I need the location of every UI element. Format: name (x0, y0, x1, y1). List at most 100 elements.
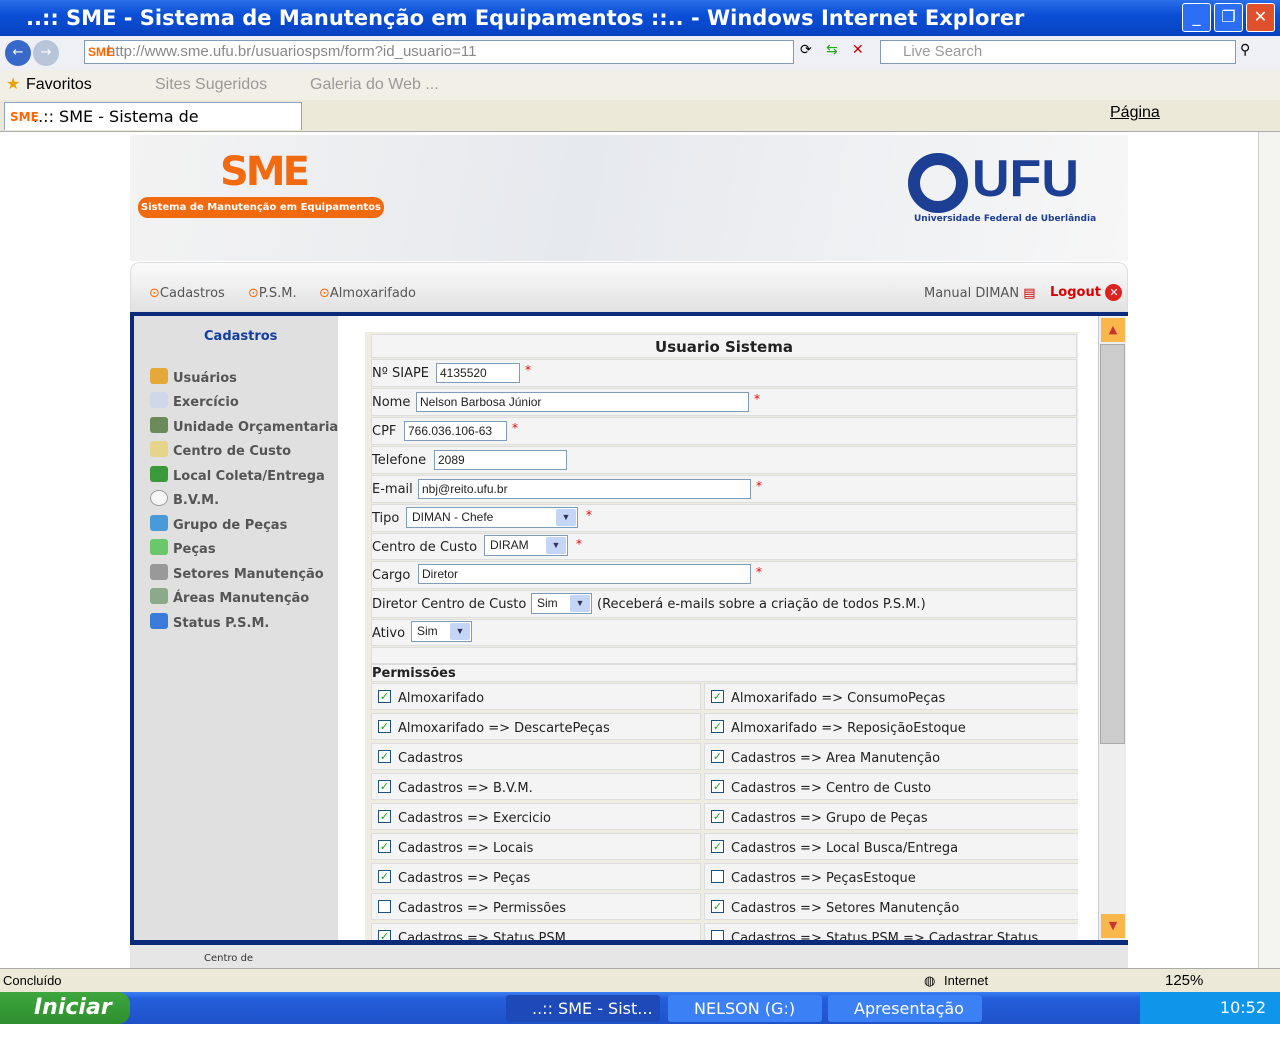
sidebar-item-usuarios[interactable]: Usuários (150, 368, 237, 386)
status-text: Concluído (3, 973, 62, 988)
permission-checkbox[interactable]: ✓ (711, 690, 724, 703)
sme-favicon-icon: SME (88, 45, 115, 59)
maximize-button[interactable]: ❐ (1214, 3, 1243, 32)
chevron-down-icon: ▼ (556, 509, 576, 526)
parts-icon (150, 539, 168, 555)
address-input[interactable]: SME http://www.sme.ufu.br/usuariospsm/for… (84, 40, 794, 64)
permission-checkbox[interactable]: ✓ (711, 780, 724, 793)
cpf-input[interactable]: 766.036.106-63 (404, 421, 507, 441)
favorites-button[interactable]: Favoritos (26, 70, 92, 100)
permission-checkbox[interactable]: ✓ (378, 720, 391, 733)
logout-button[interactable]: Logout ✕ (1050, 284, 1123, 301)
nome-row: Nome Nelson Barbosa Júnior * (371, 388, 1077, 416)
sidebar-item-pecas[interactable]: Peças (150, 539, 216, 557)
calendar-icon (150, 392, 168, 408)
permission-checkbox[interactable]: ✓ (711, 810, 724, 823)
permission-checkbox[interactable] (711, 870, 724, 883)
sidebar-item-status[interactable]: Status P.S.M. (150, 613, 269, 631)
scroll-thumb[interactable] (1100, 344, 1125, 744)
permission-checkbox[interactable]: ✓ (378, 780, 391, 793)
centro-select[interactable]: DIRAM ▼ (484, 535, 568, 556)
scroll-up-button[interactable]: ▲ (1101, 318, 1125, 342)
permission-item: ✓ Cadastros => Area Manutenção (704, 743, 1078, 770)
galeria-link[interactable]: Galeria do Web ... (310, 70, 439, 100)
telefone-input[interactable]: 2089 (434, 450, 567, 470)
permission-checkbox[interactable]: ✓ (378, 690, 391, 703)
zoom-level[interactable]: 125% (1165, 969, 1203, 993)
nav-cadastros[interactable]: ⊙Cadastros (149, 286, 225, 301)
close-button[interactable]: ✕ (1246, 3, 1275, 32)
manual-diman-link[interactable]: Manual DIMAN ▤ (924, 286, 1036, 301)
permission-item: ✓ Almoxarifado => ReposiçãoEstoque (704, 713, 1078, 740)
permission-label: Cadastros => PeçasEstoque (731, 871, 916, 886)
sidebar-item-areas[interactable]: Áreas Manutenção (150, 588, 309, 606)
back-button[interactable]: ← (5, 40, 31, 66)
permission-item: Cadastros => Permissões (371, 893, 701, 920)
tipo-select[interactable]: DIMAN - Chefe ▼ (406, 507, 578, 528)
sidebar-item-local[interactable]: Local Coleta/Entrega (150, 466, 325, 484)
permission-checkbox[interactable]: ✓ (711, 900, 724, 913)
permission-checkbox[interactable]: ✓ (711, 840, 724, 853)
go-icon[interactable]: ⇆ (826, 42, 838, 58)
sidebar-item-centro-custo[interactable]: Centro de Custo (150, 441, 291, 459)
browser-tab[interactable]: SME..:: SME - Sistema de Manutenção e... (4, 102, 302, 154)
nav-psm[interactable]: ⊙P.S.M. (248, 286, 297, 301)
task-ie[interactable]: ..:: SME - Sist... (506, 995, 660, 1022)
sidebar-item-exercicio[interactable]: Exercício (150, 392, 239, 410)
diretor-select[interactable]: Sim ▼ (531, 593, 592, 614)
page-menu[interactable]: Página (1110, 104, 1160, 122)
permission-item: Cadastros => Status PSM => Cadastrar Sta… (704, 923, 1078, 940)
user-form: Usuario Sistema Nº SIAPE 4135520 * Nome Nel… (365, 332, 1078, 940)
nav-almoxarifado[interactable]: ⊙Almoxarifado (319, 286, 416, 301)
ativo-select[interactable]: Sim ▼ (411, 621, 472, 642)
chevron-down-icon: ▼ (450, 623, 470, 640)
siape-input[interactable]: 4135520 (436, 363, 520, 383)
email-input[interactable]: nbj@reito.ufu.br (418, 479, 751, 499)
task-explorer[interactable]: NELSON (G:) (668, 995, 822, 1022)
cargo-input[interactable]: Diretor (418, 564, 751, 584)
permission-item: ✓ Cadastros => Local Busca/Entrega (704, 833, 1078, 860)
permission-checkbox[interactable] (711, 930, 724, 940)
refresh-icon[interactable]: ⟳ (800, 42, 812, 58)
permissions-title: Permissões (371, 664, 1077, 682)
permission-item: ✓ Cadastros => Locais (371, 833, 701, 860)
task-powerpoint[interactable]: Apresentação ... (828, 995, 982, 1045)
permission-item: ✓ Cadastros => Setores Manutenção (704, 893, 1078, 920)
permission-checkbox[interactable]: ✓ (378, 870, 391, 883)
permission-item: ✓ Almoxarifado (371, 683, 701, 710)
permission-checkbox[interactable]: ✓ (711, 750, 724, 763)
permission-checkbox[interactable] (378, 900, 391, 913)
minimize-button[interactable]: _ (1182, 3, 1211, 32)
sidebar-item-bvm[interactable]: B.V.M. (150, 490, 219, 508)
permission-checkbox[interactable]: ✓ (378, 930, 391, 940)
search-icon[interactable]: ⚲ (1240, 42, 1250, 58)
scroll-down-button[interactable]: ▼ (1101, 914, 1125, 938)
sidebar-item-unidade[interactable]: Unidade Orçamentaria (150, 417, 338, 435)
stop-icon[interactable]: ✕ (852, 42, 864, 58)
permission-checkbox[interactable]: ✓ (378, 840, 391, 853)
permission-checkbox[interactable]: ✓ (711, 720, 724, 733)
sidebar-item-setores[interactable]: Setores Manutenção (150, 564, 324, 582)
permission-label: Cadastros => Setores Manutenção (731, 901, 960, 916)
permission-item: ✓ Cadastros => Peças (371, 863, 701, 890)
wrench-icon (150, 588, 168, 604)
sites-sugeridos-link[interactable]: Sites Sugeridos (155, 70, 267, 100)
permission-label: Cadastros => Local Busca/Entrega (731, 841, 959, 856)
start-button[interactable]: Iniciar (0, 992, 130, 1024)
search-input[interactable]: Live Search (880, 40, 1236, 64)
page-scrollbar[interactable] (1258, 132, 1280, 968)
coins-icon (150, 441, 168, 457)
permission-checkbox[interactable]: ✓ (378, 750, 391, 763)
centro-row: Centro de Custo DIRAM ▼ * (371, 533, 1077, 560)
forward-button[interactable]: → (33, 40, 59, 66)
group-icon (150, 515, 168, 531)
nome-input[interactable]: Nelson Barbosa Júnior (416, 392, 749, 412)
window-title-bar: ..:: SME - Sistema de Manutenção em Equi… (0, 0, 1280, 36)
sidebar-item-grupo-pecas[interactable]: Grupo de Peças (150, 515, 287, 533)
cpf-row: CPF 766.036.106-63 * (371, 417, 1077, 445)
permission-checkbox[interactable]: ✓ (378, 810, 391, 823)
permission-label: Almoxarifado => DescartePeças (398, 721, 610, 736)
permission-label: Cadastros => Permissões (398, 901, 567, 916)
form-title: Usuario Sistema (371, 334, 1077, 358)
form-scrollbar[interactable]: ▲ ▼ (1098, 316, 1126, 940)
